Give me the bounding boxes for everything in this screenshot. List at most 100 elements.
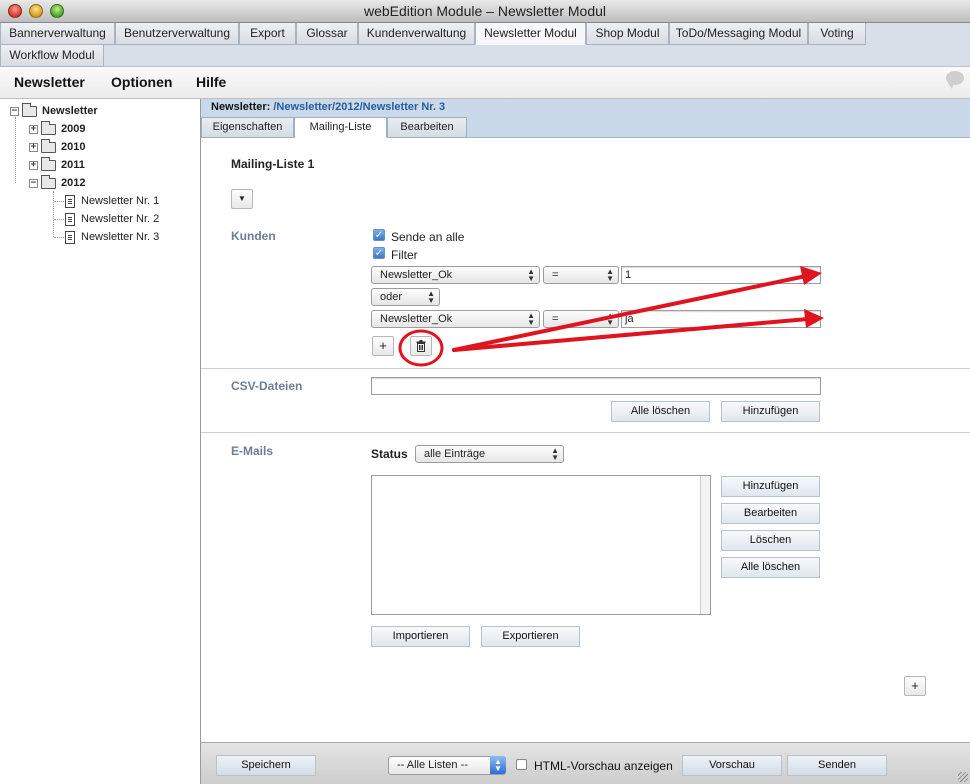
select-value: Newsletter_Ok [380, 313, 453, 325]
tree-item-newsletter-1[interactable]: Newsletter Nr. 1 [65, 193, 159, 209]
delete-filter-button[interactable] [410, 336, 432, 356]
sidebar-tree: − Newsletter + 2009 + 2010 + 2011 − 2012… [0, 99, 201, 784]
tree-folder-label: 2012 [61, 177, 86, 189]
filter-value-input-2[interactable]: ja [621, 310, 821, 328]
select-value: -- Alle Listen -- [397, 759, 468, 771]
tree-root-newsletter[interactable]: − Newsletter [10, 102, 98, 119]
send-button[interactable]: Senden [787, 755, 887, 776]
select-value: = [552, 269, 559, 281]
send-all-label: Sende an alle [391, 230, 465, 244]
csv-clear-all-button[interactable]: Alle löschen [611, 401, 710, 422]
footer-toolbar: Speichern -- Alle Listen -- ▲ ▼ HTML-Vors… [201, 742, 970, 784]
csv-label: CSV-Dateien [231, 379, 303, 393]
title-bar: webEdition Module – Newsletter Modul [0, 0, 970, 23]
updown-arrow-icon: ▲ ▼ [606, 311, 614, 327]
filter-checkbox[interactable]: ✓ [373, 247, 385, 259]
resize-grip-icon[interactable] [958, 772, 968, 782]
filter-connector-select[interactable]: oder ▲ ▼ [371, 288, 440, 306]
emails-label: E-Mails [231, 444, 274, 458]
tree-folder-label: 2011 [61, 159, 85, 171]
select-value: oder [380, 291, 403, 303]
tab-workflow-modul[interactable]: Workflow Modul [0, 45, 104, 67]
tree-root-label: Newsletter [42, 105, 98, 117]
csv-file-input[interactable] [371, 377, 821, 395]
tree-item-label: Newsletter Nr. 3 [81, 231, 160, 243]
preview-button[interactable]: Vorschau [682, 755, 782, 776]
collapse-toggle-icon[interactable]: − [10, 106, 19, 116]
expand-toggle-icon[interactable]: + [29, 160, 38, 170]
tree-item-newsletter-3[interactable]: Newsletter Nr. 3 [65, 229, 159, 245]
sub-tab-bar: Eigenschaften Mailing-Liste Bearbeiten [201, 117, 970, 138]
email-delete-button[interactable]: Löschen [721, 530, 820, 551]
tab-newsletter-modul[interactable]: Newsletter Modul [475, 23, 586, 45]
html-preview-label: HTML-Vorschau anzeigen [534, 759, 673, 773]
message-bubble-icon[interactable] [946, 71, 964, 89]
csv-add-button[interactable]: Hinzufügen [721, 401, 820, 422]
open-folder-icon [22, 102, 37, 117]
tab-bearbeiten[interactable]: Bearbeiten [387, 117, 467, 138]
import-button[interactable]: Importieren [371, 626, 470, 647]
status-select[interactable]: alle Einträge ▲ ▼ [415, 445, 564, 463]
send-all-checkbox[interactable]: ✓ [373, 229, 385, 241]
add-filter-button[interactable]: + [372, 336, 394, 356]
section-divider [201, 368, 970, 369]
expand-toggle-icon[interactable]: + [29, 124, 38, 134]
menu-hilfe[interactable]: Hilfe [196, 74, 226, 90]
module-tab-bar: Bannerverwaltung Benutzerverwaltung Expo… [0, 23, 970, 67]
tree-folder-label: 2009 [61, 123, 86, 135]
collapse-toggle-icon[interactable]: − [29, 178, 38, 188]
updown-arrow-icon: ▲ ▼ [427, 289, 435, 305]
list-select[interactable]: -- Alle Listen -- ▲ ▼ [388, 756, 506, 775]
document-icon [65, 194, 75, 208]
folder-icon [41, 120, 56, 135]
filter-field-select-2[interactable]: Newsletter_Ok ▲ ▼ [371, 310, 540, 328]
email-add-button[interactable]: Hinzufügen [721, 476, 820, 497]
tree-item-label: Newsletter Nr. 1 [81, 195, 160, 207]
add-mailing-list-button[interactable]: + [904, 676, 926, 696]
expand-toggle-icon[interactable]: + [29, 142, 38, 152]
tree-item-newsletter-2[interactable]: Newsletter Nr. 2 [65, 211, 159, 227]
save-button[interactable]: Speichern [216, 755, 316, 776]
document-icon [65, 230, 75, 244]
menu-newsletter[interactable]: Newsletter [14, 74, 85, 90]
email-edit-button[interactable]: Bearbeiten [721, 503, 820, 524]
email-delete-all-button[interactable]: Alle löschen [721, 557, 820, 578]
tree-folder-2012[interactable]: − 2012 [29, 174, 86, 191]
tab-voting[interactable]: Voting [808, 23, 866, 45]
tab-export[interactable]: Export [239, 23, 296, 45]
tab-eigenschaften[interactable]: Eigenschaften [201, 117, 294, 138]
breadcrumb: Newsletter: /Newsletter/2012/Newsletter … [201, 99, 970, 117]
kunden-label: Kunden [231, 229, 276, 243]
tab-shop-modul[interactable]: Shop Modul [586, 23, 669, 45]
tree-folder-2011[interactable]: + 2011 [29, 156, 85, 173]
tab-glossar[interactable]: Glossar [296, 23, 358, 45]
mailing-list-dropdown-button[interactable]: ▼ [231, 189, 253, 209]
tree-folder-2009[interactable]: + 2009 [29, 120, 86, 137]
menu-optionen[interactable]: Optionen [111, 74, 172, 90]
breadcrumb-label: Newsletter: [211, 101, 271, 113]
breadcrumb-path: /Newsletter/2012/Newsletter Nr. 3 [273, 101, 446, 113]
filter-field-select-1[interactable]: Newsletter_Ok ▲ ▼ [371, 266, 540, 284]
tab-mailing-liste[interactable]: Mailing-Liste [294, 117, 387, 138]
tab-bannerverwaltung[interactable]: Bannerverwaltung [0, 23, 115, 45]
mailing-list-panel [201, 138, 970, 742]
status-label: Status [371, 447, 408, 461]
trash-icon [416, 340, 426, 352]
email-list-box[interactable] [371, 475, 711, 615]
export-button[interactable]: Exportieren [481, 626, 580, 647]
updown-arrow-icon: ▲ ▼ [606, 267, 614, 283]
filter-operator-select-1[interactable]: = ▲ ▼ [543, 266, 619, 284]
updown-arrow-icon: ▲ ▼ [527, 311, 535, 327]
tree-folder-2010[interactable]: + 2010 [29, 138, 85, 155]
tab-kundenverwaltung[interactable]: Kundenverwaltung [358, 23, 475, 45]
section-divider [201, 432, 970, 433]
filter-value-input-1[interactable]: 1 [621, 266, 821, 284]
html-preview-checkbox[interactable] [516, 759, 527, 770]
tab-benutzerverwaltung[interactable]: Benutzerverwaltung [115, 23, 239, 45]
filter-operator-select-2[interactable]: = ▲ ▼ [543, 310, 619, 328]
open-folder-icon [41, 174, 56, 189]
mailing-list-title: Mailing-Liste 1 [231, 157, 315, 171]
tab-todo-messaging-modul[interactable]: ToDo/Messaging Modul [669, 23, 808, 45]
select-value: = [552, 313, 559, 325]
scrollbar[interactable] [700, 476, 710, 614]
